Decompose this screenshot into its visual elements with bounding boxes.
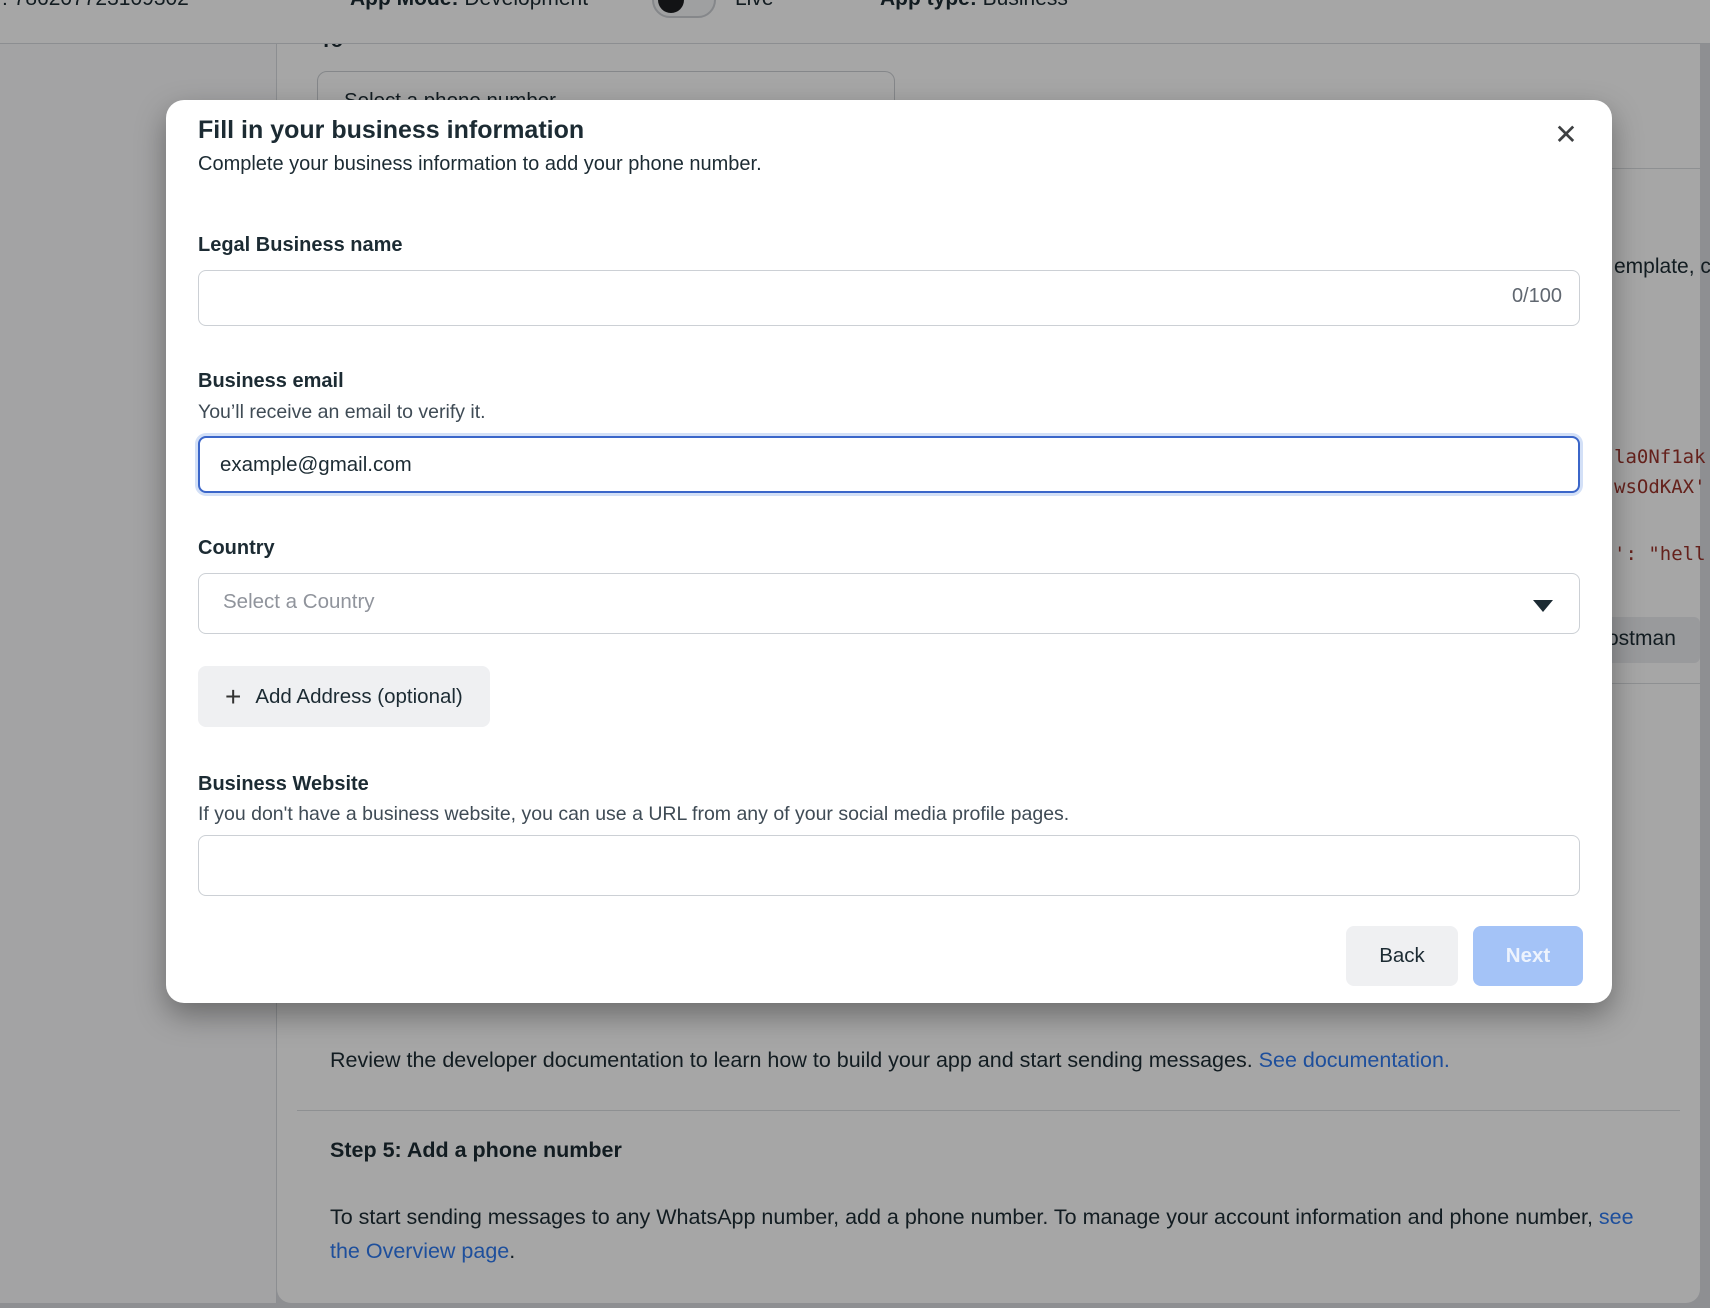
modal-subtitle: Complete your business information to ad… [198,153,762,176]
country-placeholder: Select a Country [223,590,375,614]
legal-name-input[interactable] [198,270,1580,326]
char-counter: 0/100 [1512,285,1562,308]
add-address-button[interactable]: + Add Address (optional) [198,666,490,727]
close-icon[interactable]: ✕ [1548,116,1584,152]
business-email-input[interactable] [198,436,1580,493]
chevron-down-icon [1533,600,1553,612]
modal-title: Fill in your business information [198,116,584,145]
business-website-label: Business Website [198,773,369,796]
business-email-helper: You’ll receive an email to verify it. [198,401,486,424]
add-address-label: Add Address (optional) [255,685,462,709]
next-button[interactable]: Next [1473,926,1583,986]
business-website-helper: If you don't have a business website, yo… [198,803,1069,826]
back-button[interactable]: Back [1346,926,1458,986]
country-select[interactable]: Select a Country [198,573,1580,634]
legal-name-label: Legal Business name [198,234,403,257]
business-website-input[interactable] [198,835,1580,896]
plus-icon: + [225,683,241,711]
business-email-label: Business email [198,370,344,393]
modal-footer-buttons: Back Next [1346,926,1583,986]
business-info-modal: Fill in your business information Comple… [166,100,1612,1003]
country-label: Country [198,537,275,560]
